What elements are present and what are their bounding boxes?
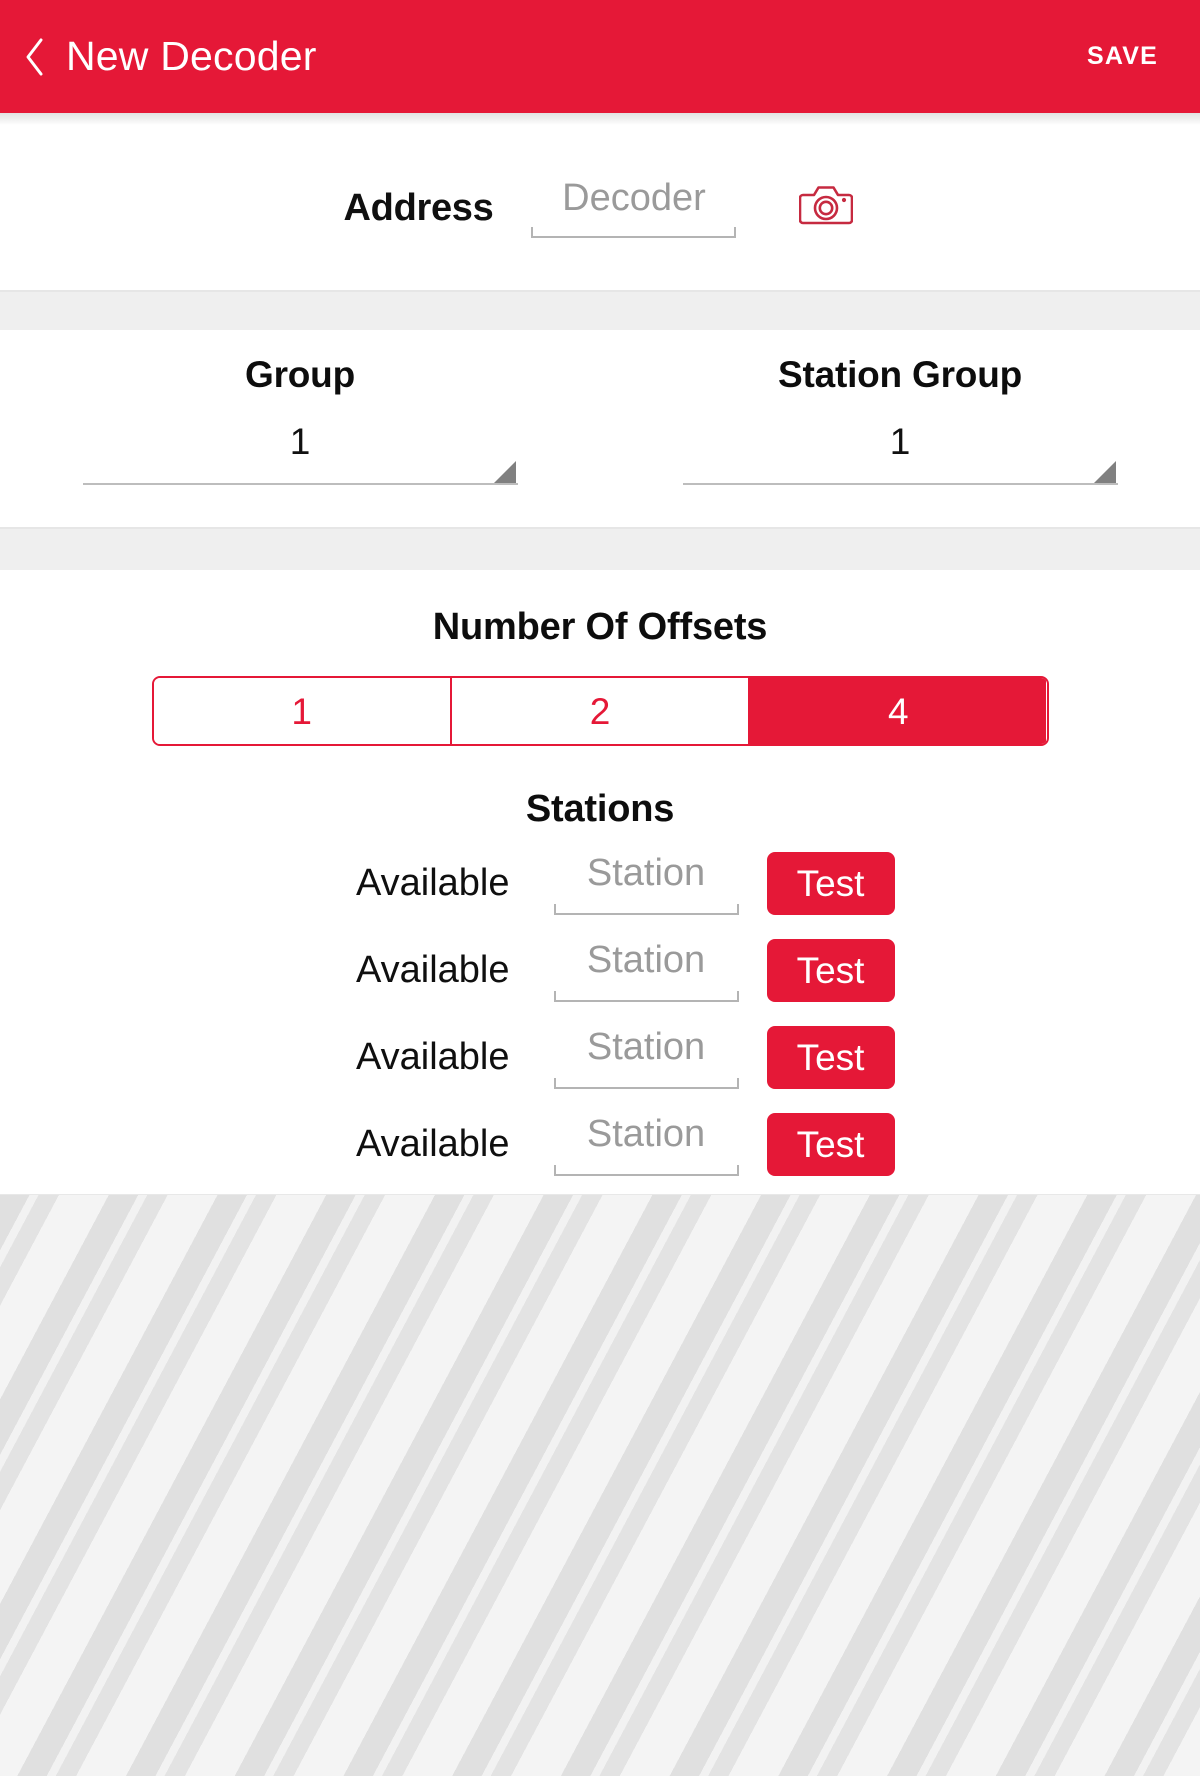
station-row: Available Station Test [0,1026,1200,1089]
address-label: Address [344,189,494,227]
group-label: Group [245,356,355,393]
station-input[interactable]: Station [554,1027,739,1089]
station-input[interactable]: Station [554,853,739,915]
test-button[interactable]: Test [767,1113,895,1176]
station-row: Available Station Test [0,852,1200,915]
offset-option-1[interactable]: 1 [154,678,452,744]
group-column: Group 1 [0,346,600,485]
page-title: New Decoder [66,36,317,77]
station-input[interactable]: Station [554,1114,739,1176]
station-row: Available Station Test [0,939,1200,1002]
station-input-placeholder: Station [587,853,705,894]
station-input-placeholder: Station [587,1114,705,1155]
station-status: Available [306,1125,516,1165]
group-dropdown-underline [83,483,518,485]
station-group-dropdown-underline [683,483,1118,485]
station-input-underline-tick [737,991,739,1002]
address-input-underline-tick [734,227,736,238]
group-dropdown[interactable]: 1 [83,423,518,485]
number-of-offsets-label: Number Of Offsets [0,608,1200,646]
station-input[interactable]: Station [554,940,739,1002]
stations-label: Stations [0,790,1200,828]
test-button[interactable]: Test [767,852,895,915]
station-input-placeholder: Station [587,1027,705,1068]
number-of-offsets-segmented-control[interactable]: 1 2 4 [152,676,1049,746]
chevron-down-icon [494,461,516,483]
address-input-placeholder: Decoder [562,178,706,219]
station-status: Available [306,951,516,991]
section-divider-1 [0,290,1200,330]
group-dropdown-value: 1 [83,423,518,462]
station-status: Available [306,1038,516,1078]
camera-scan-button[interactable] [796,178,856,238]
test-button[interactable]: Test [767,1026,895,1089]
station-input-underline-tick [737,1078,739,1089]
appbar-shadow [0,113,1200,125]
offset-option-2[interactable]: 2 [452,678,750,744]
striped-background [0,1194,1200,1776]
address-input[interactable]: Decoder [531,178,736,238]
back-button[interactable] [18,35,52,79]
offsets-stations-section: Number Of Offsets 1 2 4 Stations Availab… [0,570,1200,1194]
app-bar: New Decoder SAVE [0,0,1200,113]
station-group-dropdown[interactable]: 1 [683,423,1118,485]
station-group-column: Station Group 1 [600,346,1200,485]
new-decoder-screen: New Decoder SAVE Address Decoder Grou [0,0,1200,1776]
chevron-left-icon [22,36,48,78]
chevron-down-icon [1094,461,1116,483]
station-group-dropdown-value: 1 [683,423,1118,462]
camera-icon [799,182,853,233]
offset-option-4[interactable]: 4 [750,678,1046,744]
station-group-label: Station Group [778,356,1022,393]
address-section: Address Decoder [0,125,1200,290]
test-button[interactable]: Test [767,939,895,1002]
station-input-underline-tick [737,904,739,915]
save-button[interactable]: SAVE [1083,34,1162,79]
station-row: Available Station Test [0,1113,1200,1176]
group-section: Group 1 Station Group 1 [0,330,1200,527]
station-status: Available [306,864,516,904]
section-divider-2 [0,527,1200,570]
station-input-placeholder: Station [587,940,705,981]
station-input-underline-tick [737,1165,739,1176]
